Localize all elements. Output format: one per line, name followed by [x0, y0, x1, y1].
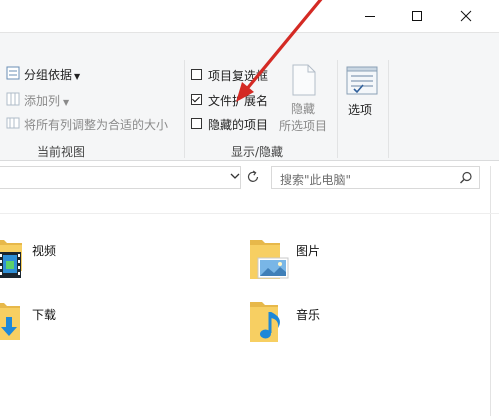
annotation-arrow-icon [236, 0, 323, 102]
